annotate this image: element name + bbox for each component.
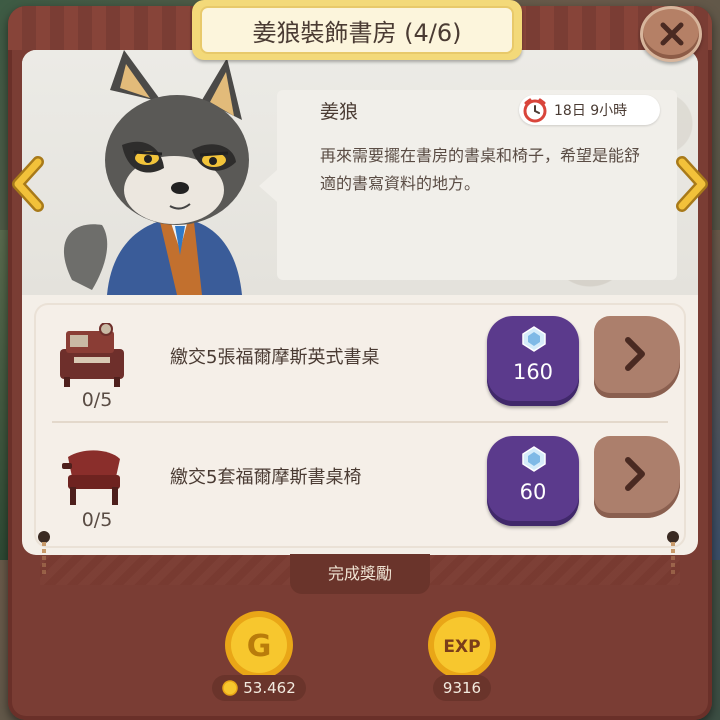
desk-chair-item-icon	[62, 450, 120, 505]
small-coin-icon	[222, 680, 238, 696]
npc-dialog-text: 再來需要擺在書房的書桌和椅子，希望是能舒適的書寫資料的地方。	[320, 146, 641, 193]
exp-reward: 9316	[433, 675, 491, 701]
task-progress: 0/5	[81, 509, 113, 531]
chevron-right-icon[interactable]	[672, 156, 712, 212]
svg-text:G: G	[247, 629, 272, 664]
diamond-icon	[522, 446, 546, 472]
chevron-right-icon	[625, 337, 645, 371]
gold-coin-icon: G	[225, 611, 293, 679]
npc-name: 姜狼	[320, 101, 359, 123]
gem-cost: 160	[512, 360, 554, 384]
gold-amount: 53.462	[243, 679, 296, 697]
chevron-right-icon	[625, 457, 645, 491]
wolf-character-portrait	[63, 50, 249, 295]
task-list: 0/5 繳交5張福爾摩斯英式書桌 160 0/5 繳交5套福爾摩斯書桌椅 60	[34, 303, 686, 548]
task-row: 0/5 繳交5張福爾摩斯英式書桌 160	[34, 303, 686, 421]
close-button[interactable]	[640, 6, 702, 62]
timer-text: 18日 9小時	[554, 103, 628, 119]
go-button[interactable]	[594, 436, 680, 518]
exp-amount: 9316	[442, 679, 482, 697]
task-progress: 0/5	[81, 389, 113, 411]
chevron-left-icon[interactable]	[8, 156, 48, 212]
quest-panel: 姜狼 18日 9小時 再來需要擺在書房的書桌和椅子，希望是能舒適的書寫資料的地方…	[22, 50, 698, 555]
gold-reward: 53.462	[212, 675, 306, 701]
go-button[interactable]	[594, 316, 680, 398]
diamond-icon	[522, 326, 546, 352]
english-desk-item-icon	[60, 323, 124, 387]
gem-complete-button[interactable]: 60	[487, 436, 579, 526]
task-row: 0/5 繳交5套福爾摩斯書桌椅 60	[34, 423, 686, 541]
svg-text:EXP: EXP	[443, 637, 480, 657]
exp-coin-icon: EXP	[428, 611, 496, 679]
title-banner: 姜狼裝飾書房 (4/6)	[192, 0, 522, 60]
rewards-title: 完成獎勵	[290, 554, 430, 594]
alarm-clock-icon	[523, 98, 547, 123]
gem-complete-button[interactable]: 160	[487, 316, 579, 406]
quest-timer: 18日 9小時	[519, 95, 660, 125]
page-title: 姜狼裝飾書房 (4/6)	[200, 6, 514, 54]
task-label: 繳交5張福爾摩斯英式書桌	[170, 347, 380, 368]
task-label: 繳交5套福爾摩斯書桌椅	[170, 467, 362, 488]
close-icon	[660, 22, 684, 46]
gem-cost: 60	[519, 480, 547, 504]
